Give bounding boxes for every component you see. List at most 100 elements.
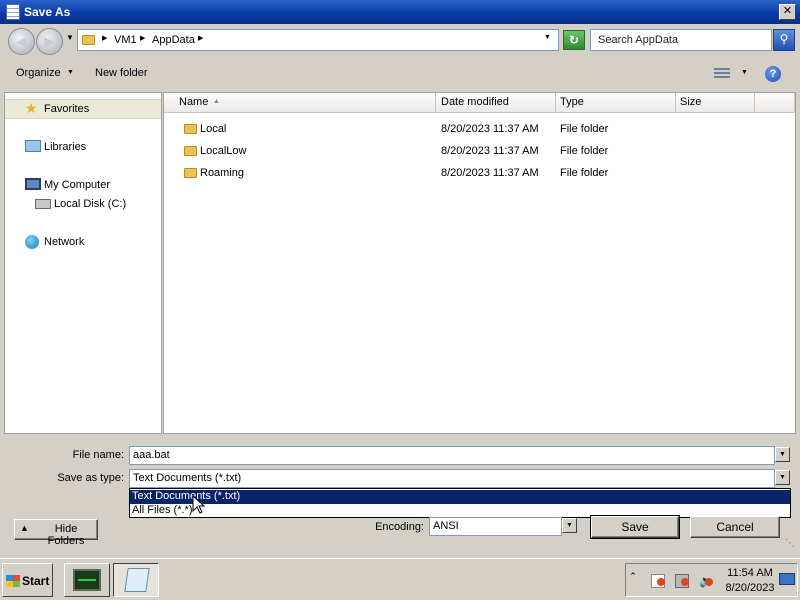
error-badge bbox=[681, 578, 689, 586]
file-name-value: aaa.bat bbox=[133, 449, 170, 461]
encoding-chevron-icon[interactable]: ▼ bbox=[562, 518, 577, 533]
organize-button[interactable]: Organize bbox=[16, 67, 61, 79]
file-date: 8/20/2023 11:37 AM bbox=[441, 123, 539, 135]
cancel-button[interactable]: Cancel bbox=[690, 516, 780, 538]
chevron-right-icon[interactable]: ▶ bbox=[102, 34, 107, 42]
save-as-type-dropdown: Text Documents (*.txt) All Files (*.*) bbox=[129, 488, 791, 518]
file-date: 8/20/2023 11:37 AM bbox=[441, 167, 539, 179]
new-folder-button[interactable]: New folder bbox=[95, 67, 148, 79]
column-header-spacer bbox=[755, 93, 795, 113]
file-row[interactable]: Roaming 8/20/2023 11:37 AM File folder bbox=[164, 163, 795, 185]
file-list: Name ▲ Date modified Type Size Local 8/2… bbox=[163, 92, 796, 434]
type-option-text[interactable]: Text Documents (*.txt) bbox=[130, 490, 790, 504]
volume-icon[interactable]: 🔈 bbox=[699, 574, 714, 588]
hide-folders-button[interactable]: ▲ Hide Folders bbox=[14, 519, 98, 547]
nav-item-local-disk[interactable]: Local Disk (C:) bbox=[5, 194, 161, 214]
encoding-label: Encoding: bbox=[375, 521, 424, 533]
warning-badge bbox=[657, 578, 665, 586]
action-center-icon[interactable] bbox=[651, 574, 665, 588]
file-name-field[interactable]: aaa.bat bbox=[129, 446, 775, 465]
resize-grip-icon[interactable]: ⋱ bbox=[785, 538, 795, 549]
star-icon: ★ bbox=[25, 100, 38, 116]
column-header-date[interactable]: Date modified bbox=[436, 93, 556, 113]
clock-date[interactable]: 8/20/2023 bbox=[722, 582, 778, 594]
file-row[interactable]: LocalLow 8/20/2023 11:37 AM File folder bbox=[164, 141, 795, 163]
back-arrow-icon[interactable]: ◀ bbox=[8, 28, 35, 55]
column-header-date-label: Date modified bbox=[441, 96, 509, 108]
address-history-chevron-icon[interactable]: ▼ bbox=[544, 34, 551, 41]
taskbar-app-notepad[interactable] bbox=[113, 563, 159, 597]
folder-icon bbox=[184, 168, 197, 178]
recent-pages-chevron-icon[interactable]: ▼ bbox=[66, 33, 74, 42]
nav-label-local-disk: Local Disk (C:) bbox=[54, 198, 127, 210]
chevron-right-icon[interactable]: ▶ bbox=[198, 34, 203, 42]
folder-icon bbox=[184, 124, 197, 134]
column-header-type[interactable]: Type bbox=[556, 93, 676, 113]
save-as-type-chevron-icon[interactable]: ▼ bbox=[775, 470, 790, 485]
file-name-history-chevron-icon[interactable]: ▼ bbox=[775, 447, 790, 462]
drive-icon bbox=[35, 199, 51, 209]
address-bar[interactable]: ▶ VM1 ▶ AppData ▶ ▼ bbox=[77, 29, 559, 51]
sort-ascending-icon: ▲ bbox=[213, 98, 220, 105]
column-header-size-label: Size bbox=[680, 96, 702, 108]
refresh-button[interactable]: ↻ bbox=[563, 30, 585, 50]
organize-chevron-icon[interactable]: ▼ bbox=[67, 69, 74, 76]
breadcrumb-appdata[interactable]: AppData bbox=[152, 34, 195, 46]
column-header-name[interactable]: Name ▲ bbox=[164, 93, 436, 113]
chevron-right-icon[interactable]: ▶ bbox=[140, 34, 145, 42]
help-icon[interactable]: ? bbox=[765, 66, 781, 82]
encoding-value: ANSI bbox=[433, 520, 459, 532]
breadcrumb-vm1[interactable]: VM1 bbox=[114, 34, 137, 46]
file-type: File folder bbox=[560, 123, 609, 135]
nav-label-network: Network bbox=[44, 236, 85, 248]
start-label: Start bbox=[22, 574, 50, 588]
forward-arrow-icon[interactable]: ▶ bbox=[36, 28, 63, 55]
view-chevron-icon[interactable]: ▼ bbox=[741, 69, 748, 76]
column-header-size[interactable]: Size bbox=[676, 93, 755, 113]
navigation-pane: ★ Favorites Libraries My Computer Local … bbox=[4, 92, 162, 434]
save-as-type-select[interactable]: Text Documents (*.txt) bbox=[129, 469, 775, 488]
save-as-type-value: Text Documents (*.txt) bbox=[133, 472, 242, 484]
type-option-text-label: Text Documents (*.txt) bbox=[132, 490, 241, 502]
show-desktop-icon[interactable] bbox=[779, 573, 795, 585]
system-tray: ˆ 🔈 11:54 AM 8/20/2023 bbox=[625, 563, 798, 597]
muted-badge bbox=[705, 578, 713, 586]
nav-label-my-computer: My Computer bbox=[44, 179, 111, 191]
view-options-icon[interactable] bbox=[714, 68, 730, 80]
search-placeholder: Search AppData bbox=[598, 34, 679, 46]
notepad-icon bbox=[124, 568, 150, 592]
taskbar-app-task-manager[interactable] bbox=[64, 563, 110, 597]
file-name-label: File name: bbox=[72, 449, 124, 461]
command-bar: Organize ▼ New folder ▼ ? bbox=[0, 60, 800, 88]
file-type: File folder bbox=[560, 145, 609, 157]
network-tray-icon[interactable] bbox=[675, 574, 689, 588]
nav-label-favorites: Favorites bbox=[44, 103, 90, 115]
network-icon bbox=[25, 235, 39, 249]
nav-item-network[interactable]: Network bbox=[5, 232, 161, 252]
search-input[interactable]: Search AppData bbox=[590, 29, 772, 51]
file-name: Local bbox=[200, 123, 227, 135]
nav-item-libraries[interactable]: Libraries bbox=[5, 137, 161, 157]
start-button[interactable]: Start bbox=[2, 563, 53, 597]
notepad-icon bbox=[6, 4, 20, 20]
encoding-select[interactable]: ANSI bbox=[429, 517, 562, 536]
clock-time[interactable]: 11:54 AM bbox=[725, 567, 775, 579]
task-manager-icon bbox=[73, 569, 101, 591]
computer-icon bbox=[25, 178, 41, 190]
show-hidden-icons-icon[interactable]: ˆ bbox=[631, 572, 635, 584]
title-bar[interactable]: Save As ✕ bbox=[0, 0, 800, 24]
file-date: 8/20/2023 11:37 AM bbox=[441, 145, 539, 157]
file-name: Roaming bbox=[200, 167, 245, 179]
nav-item-my-computer[interactable]: My Computer bbox=[5, 175, 161, 195]
search-icon[interactable]: ⚲ bbox=[773, 29, 795, 51]
nav-label-libraries: Libraries bbox=[44, 141, 87, 153]
folder-icon bbox=[184, 146, 197, 156]
file-row[interactable]: Local 8/20/2023 11:37 AM File folder bbox=[164, 119, 795, 141]
save-button[interactable]: Save bbox=[590, 515, 680, 539]
address-row: ◀ ▶ ▼ ▶ VM1 ▶ AppData ▶ ▼ ↻ Search AppDa… bbox=[0, 24, 800, 60]
nav-item-favorites[interactable]: ★ Favorites bbox=[5, 99, 161, 119]
folder-icon bbox=[82, 35, 95, 45]
taskbar: Start ˆ 🔈 11:54 AM 8/20/2023 bbox=[0, 558, 800, 600]
column-header-type-label: Type bbox=[560, 96, 584, 108]
close-button[interactable]: ✕ bbox=[779, 4, 796, 20]
